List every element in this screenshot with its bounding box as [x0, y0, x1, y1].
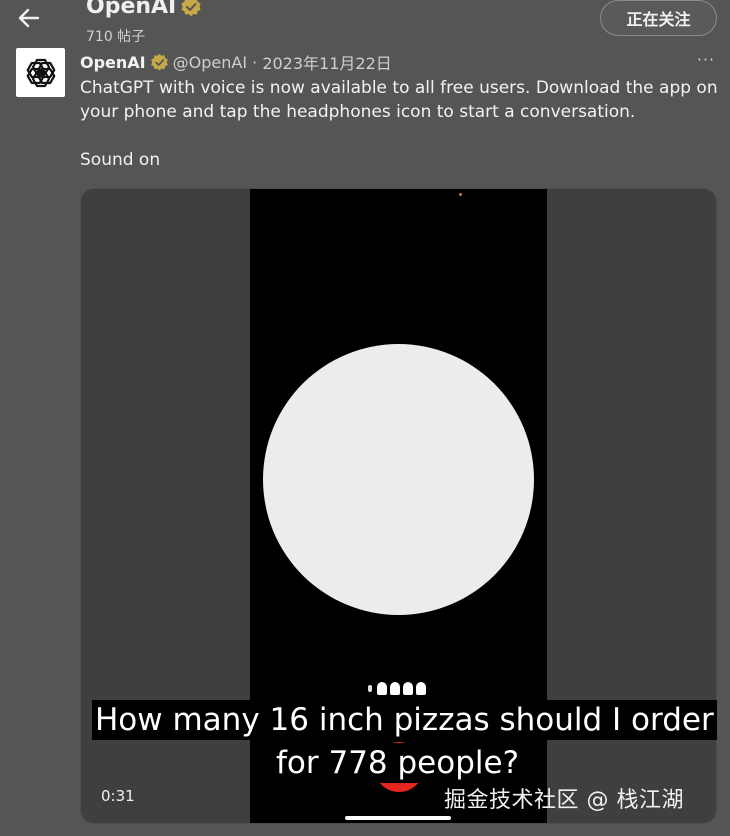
verified-badge-icon [150, 53, 168, 70]
level-dot [416, 682, 426, 695]
verified-badge-icon [181, 0, 201, 16]
tweet-author[interactable]: OpenAI [80, 53, 146, 72]
level-dot [390, 682, 400, 695]
profile-name-header: OpenAI [86, 0, 202, 19]
tweet-handle[interactable]: @OpenAI [173, 53, 247, 72]
post-count: 710 帖子 [86, 29, 146, 45]
caption-line-1: How many 16 inch pizzas should I order [92, 700, 717, 740]
mic-icon [368, 685, 372, 692]
status-indicator-dot [459, 193, 462, 196]
voice-level-indicator [368, 682, 426, 695]
tweet-text: ChatGPT with voice is now available to a… [80, 78, 718, 122]
level-dot [377, 682, 387, 695]
more-horizontal-icon: ··· [696, 50, 716, 69]
level-dot [403, 682, 413, 695]
avatar[interactable] [16, 48, 65, 97]
watermark: 掘金技术社区 @ 栈江湖 [444, 788, 684, 813]
voice-circle [263, 344, 534, 615]
tweet-separator: · [247, 52, 263, 72]
following-button[interactable]: 正在关注 [600, 0, 717, 36]
arrow-left-icon [18, 8, 40, 28]
home-indicator [345, 816, 451, 820]
caption-line-2: for 778 people? [273, 743, 523, 783]
tweet-date[interactable]: 2023年11月22日 [262, 50, 391, 74]
sound-on-label: Sound on [80, 150, 161, 170]
profile-name: OpenAI [86, 0, 177, 19]
video-timestamp: 0:31 [101, 787, 135, 805]
tweet-header: OpenAI @OpenAI · 2023年11月22日 [80, 50, 392, 74]
back-button[interactable] [12, 2, 46, 34]
openai-logo-icon [26, 58, 55, 87]
more-options-button[interactable]: ··· [692, 50, 720, 70]
